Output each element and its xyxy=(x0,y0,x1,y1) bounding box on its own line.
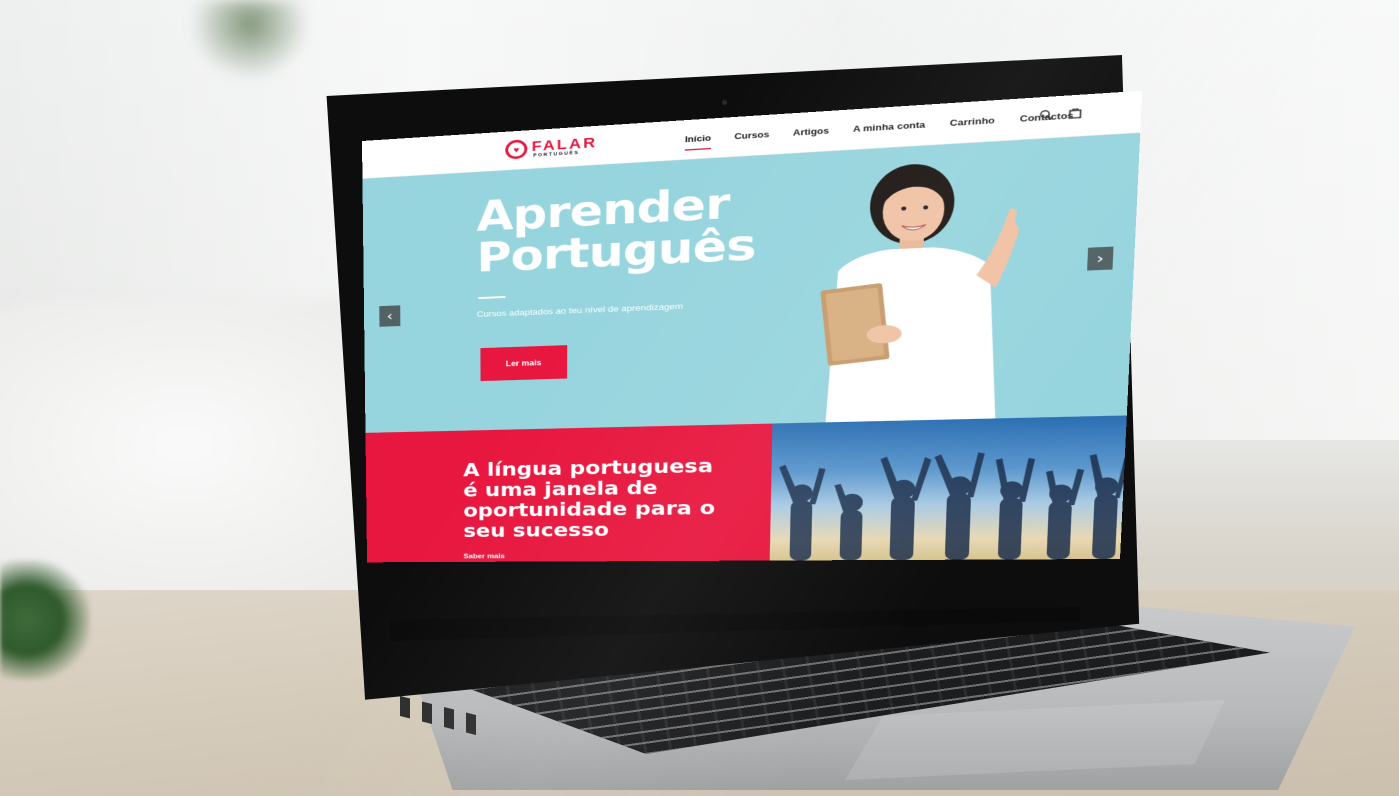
hero-woman-image xyxy=(820,161,1020,429)
slider-next-button[interactable]: › xyxy=(1087,246,1114,271)
background-plant xyxy=(0,560,90,680)
slider-prev-button[interactable]: ‹ xyxy=(379,305,401,327)
site-logo[interactable]: ♥ FALAR PORTUGUÊS xyxy=(505,134,598,160)
chat-heart-icon: ♥ xyxy=(505,139,528,160)
cart-icon[interactable] xyxy=(1067,107,1083,120)
chevron-right-icon: › xyxy=(1096,250,1105,268)
people-silhouettes-image xyxy=(778,452,1127,561)
celebration-photo xyxy=(769,415,1127,561)
webcam-icon xyxy=(722,100,727,105)
menu-item-inicio[interactable]: Início xyxy=(684,132,712,151)
ler-mais-button[interactable]: Ler mais xyxy=(480,345,568,382)
promo-title-line3: oportunidade para o xyxy=(463,497,716,522)
promo-section: A língua portuguesa é uma janela de opor… xyxy=(365,423,773,563)
saber-mais-link[interactable]: Saber mais xyxy=(464,553,505,560)
menu-item-cursos[interactable]: Cursos xyxy=(734,129,769,148)
menu-item-minha-conta[interactable]: A minha conta xyxy=(853,119,925,140)
background-plant-top xyxy=(190,0,310,80)
main-menu: Início Cursos Artigos A minha conta Carr… xyxy=(684,110,1074,151)
promo-title-line1: A língua portuguesa xyxy=(463,455,714,482)
website-screen: ♥ FALAR PORTUGUÊS Início Cursos Artigos … xyxy=(362,90,1143,563)
header-icons xyxy=(1039,107,1084,122)
logo-text: FALAR PORTUGUÊS xyxy=(532,134,598,158)
menu-item-artigos[interactable]: Artigos xyxy=(793,125,829,144)
promo-title: A língua portuguesa é uma janela de opor… xyxy=(463,455,726,542)
hero-divider xyxy=(478,296,506,300)
chevron-left-icon: ‹ xyxy=(386,308,393,324)
promo-title-line4: seu sucesso xyxy=(463,519,610,542)
search-icon[interactable] xyxy=(1039,109,1055,122)
hero-title-line2: Português xyxy=(476,219,757,282)
hero-title: Aprender Português xyxy=(476,179,757,282)
hero-subtitle: Cursos adaptados ao teu nível de aprendi… xyxy=(476,301,684,319)
menu-item-carrinho[interactable]: Carrinho xyxy=(950,115,995,135)
